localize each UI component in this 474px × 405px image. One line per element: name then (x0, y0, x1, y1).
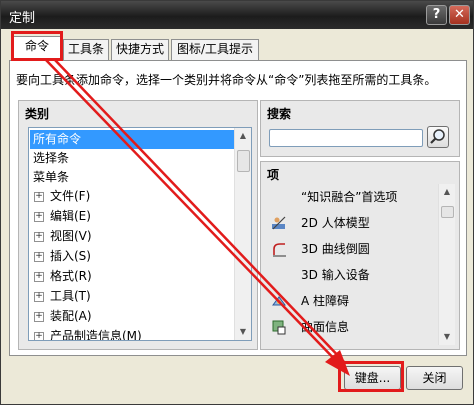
category-item[interactable]: + 视图(V) (30, 227, 92, 246)
tab-toolbars[interactable]: 工具条 (63, 39, 109, 60)
curve-fillet-icon (273, 243, 286, 257)
items-header: 项 (267, 168, 280, 182)
categories-group: 类别 所有命令 选择条 菜单条 + 文件(F) + 编辑(E) + 视图(V) + 插入… (18, 100, 258, 350)
category-item[interactable]: + 产品制造信息(M) (30, 327, 142, 340)
surface-info-icon (272, 320, 286, 335)
search-input[interactable] (269, 129, 423, 147)
items-group: 项 “知识融合”首选项 2D 人体模型 3D 曲线倒圆 3D 输入设备 A 柱障… (260, 161, 460, 350)
tab-icons-tooltips[interactable]: 图标/工具提示 (171, 39, 259, 60)
categories-scrollbar[interactable]: ▲ ▼ (234, 128, 251, 340)
highlight-keyboard-button (338, 361, 404, 392)
category-item[interactable]: + 编辑(E) (30, 207, 91, 226)
category-item[interactable]: 菜单条 (30, 168, 69, 187)
expand-icon[interactable]: + (34, 251, 44, 262)
scroll-down-icon[interactable]: ▼ (235, 324, 251, 340)
a-pillar-icon (272, 296, 286, 306)
window-title: 定制 (9, 11, 36, 26)
scroll-down-icon[interactable]: ▼ (439, 329, 455, 345)
expand-icon[interactable]: + (34, 291, 44, 302)
category-item[interactable]: + 格式(R) (30, 267, 92, 286)
search-button[interactable] (427, 126, 449, 148)
category-item[interactable]: + 文件(F) (30, 187, 90, 206)
scroll-thumb[interactable] (441, 206, 454, 218)
instruction-text: 要向工具条添加命令，选择一个类别并将命令从“命令”列表拖至所需的工具条。 (16, 73, 437, 87)
categories-list[interactable]: 所有命令 选择条 菜单条 + 文件(F) + 编辑(E) + 视图(V) + 插入(S)… (28, 127, 252, 341)
categories-header: 类别 (25, 107, 50, 121)
scroll-up-icon[interactable]: ▲ (439, 184, 455, 200)
customize-dialog: 定制 ? ✕ 命令 工具条 快捷方式 图标/工具提示 要向工具条添加命令，选择一… (0, 0, 474, 405)
category-item[interactable]: + 工具(T) (30, 287, 91, 306)
magnifier-icon (430, 129, 445, 144)
close-button[interactable]: 关闭 (406, 366, 463, 390)
category-item[interactable]: 选择条 (30, 149, 69, 168)
items-scrollbar[interactable]: ▲ ▼ (438, 184, 455, 345)
expand-icon[interactable]: + (34, 331, 44, 340)
tab-shortcuts[interactable]: 快捷方式 (111, 39, 169, 60)
scroll-up-icon[interactable]: ▲ (235, 128, 251, 144)
search-header: 搜索 (267, 107, 292, 121)
close-window-button[interactable]: ✕ (449, 5, 470, 25)
scroll-thumb[interactable] (237, 150, 250, 172)
category-item[interactable]: + 装配(A) (30, 307, 92, 326)
category-item[interactable]: + 插入(S) (30, 247, 91, 266)
expand-icon[interactable]: + (34, 311, 44, 322)
highlight-commands-tab (11, 31, 63, 61)
commands-panel: 要向工具条添加命令，选择一个类别并将命令从“命令”列表拖至所需的工具条。 类别 … (9, 60, 467, 356)
expand-icon[interactable]: + (34, 231, 44, 242)
search-group: 搜索 (260, 100, 460, 157)
expand-icon[interactable]: + (34, 191, 44, 202)
category-item[interactable]: 所有命令 (30, 130, 235, 149)
help-button[interactable]: ? (426, 5, 447, 25)
expand-icon[interactable]: + (34, 271, 44, 282)
expand-icon[interactable]: + (34, 211, 44, 222)
human-model-icon (272, 216, 286, 230)
title-bar[interactable]: 定制 ? ✕ (1, 1, 473, 29)
